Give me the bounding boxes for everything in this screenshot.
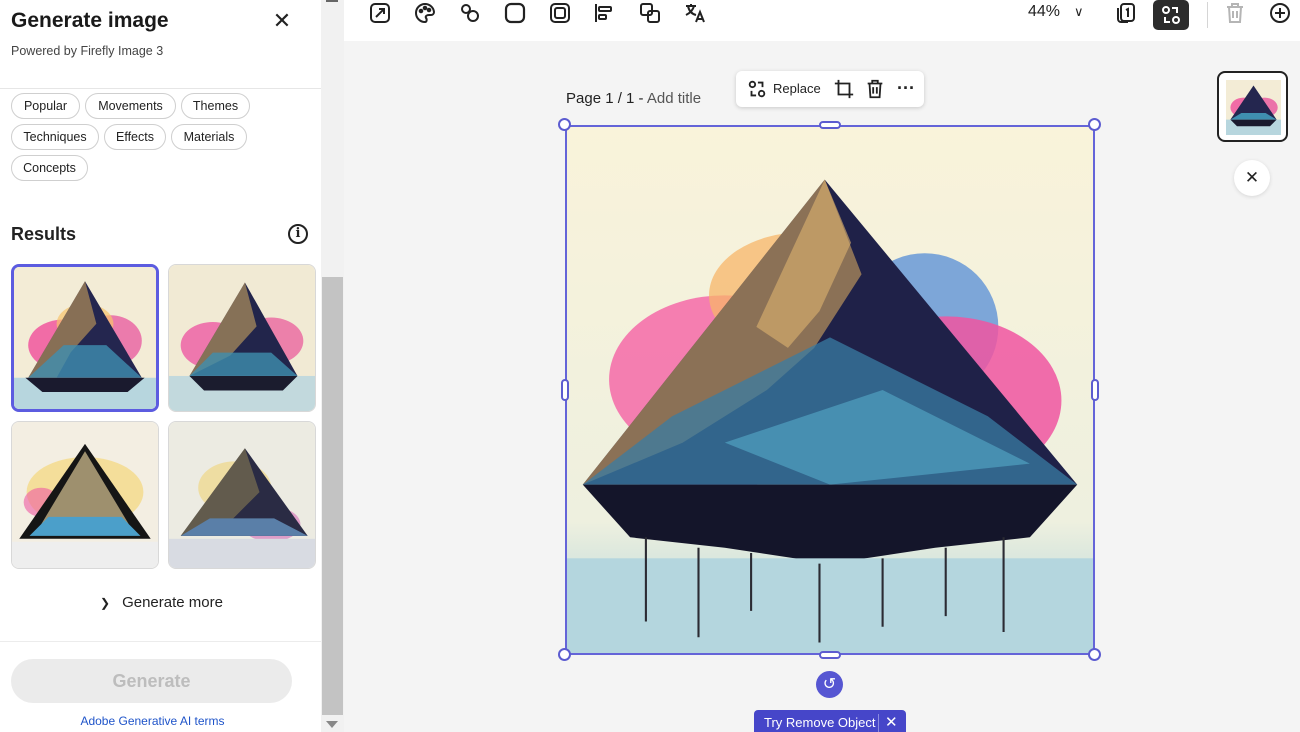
pages-icon[interactable]: [1111, 0, 1141, 26]
chip-materials[interactable]: Materials: [171, 124, 247, 150]
add-icon[interactable]: [1265, 0, 1295, 26]
scrollbar-down-arrow[interactable]: [326, 721, 338, 728]
panel-subtitle: Powered by Firefly Image 3: [11, 44, 164, 58]
replace-icon[interactable]: [746, 78, 768, 103]
resize-handle-bottom-right[interactable]: [1088, 648, 1101, 661]
align-icon[interactable]: [589, 0, 619, 26]
chip-techniques[interactable]: Techniques: [11, 124, 99, 150]
replace-button[interactable]: Replace: [773, 81, 821, 96]
panel-title: Generate image: [11, 9, 169, 32]
resize-handle-left[interactable]: [561, 379, 569, 401]
results-heading: Results: [11, 224, 77, 244]
generate-more-label: Generate more: [122, 594, 223, 611]
toolbar-separator: [1207, 2, 1208, 28]
divider: [0, 88, 321, 89]
more-options-icon[interactable]: ···: [897, 78, 915, 99]
delete-icon[interactable]: [864, 78, 886, 103]
mountain-artwork: [567, 127, 1093, 653]
resize-handle-right[interactable]: [1091, 379, 1099, 401]
translate-icon[interactable]: [680, 0, 710, 26]
replace-active-icon[interactable]: [1153, 0, 1189, 30]
try-remove-object-button[interactable]: Try Remove Object: [764, 715, 876, 730]
generative-ai-terms-link[interactable]: Adobe Generative AI terms: [0, 714, 305, 728]
result-thumbnail-1[interactable]: [11, 264, 159, 412]
resize-handle-bottom[interactable]: [819, 651, 841, 659]
try-remove-object-banner: Try Remove Object ✕: [754, 710, 906, 732]
panel-scrollbar-thumb[interactable]: [322, 277, 343, 715]
resize-handle-top-left[interactable]: [558, 118, 571, 131]
close-panel-button[interactable]: ✕: [270, 9, 294, 33]
chevron-down-icon: ❯: [100, 596, 111, 610]
rotate-icon[interactable]: ↺: [816, 671, 843, 698]
generate-image-panel: Generate image Powered by Firefly Image …: [0, 0, 321, 732]
divider: [878, 714, 879, 732]
result-thumbnail-4[interactable]: [168, 421, 316, 569]
chip-concepts[interactable]: Concepts: [11, 155, 88, 181]
close-pages-button[interactable]: ✕: [1234, 160, 1270, 196]
resize-handle-top-right[interactable]: [1088, 118, 1101, 131]
add-title-field[interactable]: Add title: [647, 90, 701, 107]
page-label: Page 1 / 1 - Add title: [566, 90, 701, 107]
chip-effects[interactable]: Effects: [104, 124, 166, 150]
scrollbar-up-arrow[interactable]: [326, 0, 338, 2]
image-context-toolbar: Replace ···: [736, 71, 924, 107]
arrange-icon[interactable]: [635, 0, 665, 26]
chip-popular[interactable]: Popular: [11, 93, 80, 119]
mountain-image: [12, 422, 158, 568]
result-thumbnail-3[interactable]: [11, 421, 159, 569]
generate-button[interactable]: Generate: [11, 659, 292, 703]
chip-themes[interactable]: Themes: [181, 93, 250, 119]
shape-icon[interactable]: [500, 0, 530, 26]
generate-more-button[interactable]: ❯ Generate more: [100, 594, 223, 611]
info-icon[interactable]: i: [288, 224, 308, 244]
close-icon[interactable]: ✕: [885, 713, 898, 731]
mountain-image: [169, 422, 315, 568]
selected-image[interactable]: [565, 125, 1095, 655]
divider: [0, 641, 321, 642]
mountain-image: [14, 267, 156, 409]
page-thumbnail-1[interactable]: [1217, 71, 1288, 142]
resize-handle-bottom-left[interactable]: [558, 648, 571, 661]
chevron-down-icon[interactable]: ∨: [1074, 4, 1084, 20]
delete-icon[interactable]: [1220, 0, 1250, 26]
resize-icon[interactable]: [365, 0, 395, 26]
palette-icon[interactable]: [410, 0, 440, 26]
zoom-level[interactable]: 44%: [1028, 3, 1060, 21]
chip-movements[interactable]: Movements: [85, 93, 176, 119]
mountain-image: [1226, 80, 1281, 135]
result-thumbnail-2[interactable]: [168, 264, 316, 412]
page-number: Page 1 / 1 -: [566, 90, 647, 107]
resize-handle-top[interactable]: [819, 121, 841, 129]
effects-icon[interactable]: [455, 0, 485, 26]
frame-icon[interactable]: [545, 0, 575, 26]
mountain-image: [169, 265, 315, 411]
crop-icon[interactable]: [833, 78, 855, 103]
